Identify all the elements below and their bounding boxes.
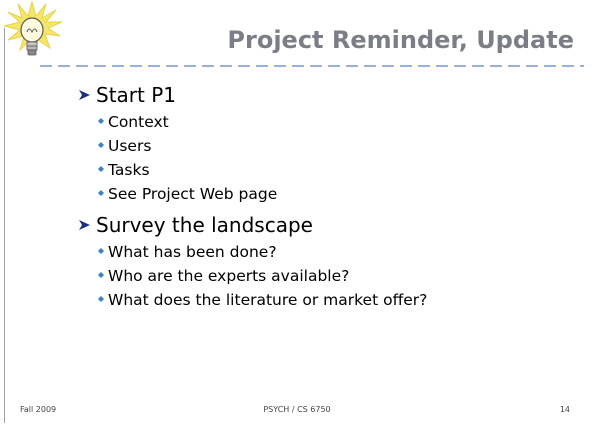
slide: Project Reminder, Update Start P1 Contex…	[0, 0, 594, 427]
sub-bullet: What has been done?	[96, 240, 576, 264]
diamond-bullet-icon	[98, 166, 104, 172]
sub-bullet-text: Tasks	[108, 161, 150, 179]
diamond-bullet-icon	[98, 248, 104, 254]
sub-bullet-text: Context	[108, 113, 169, 131]
diamond-bullet-icon	[98, 190, 104, 196]
title-rule	[40, 65, 584, 67]
bullet-start-p1: Start P1	[76, 80, 576, 110]
diamond-bullet-icon	[98, 296, 104, 302]
sub-bullet: See Project Web page	[96, 182, 576, 206]
sub-bullet: Context	[96, 110, 576, 134]
arrow-bullet-icon	[79, 220, 90, 230]
bullet-survey-landscape: Survey the landscape	[76, 210, 576, 240]
bullet-text: Survey the landscape	[96, 213, 313, 237]
diamond-bullet-icon	[98, 118, 104, 124]
slide-title: Project Reminder, Update	[227, 26, 574, 54]
sub-bullet-text: See Project Web page	[108, 185, 278, 203]
sub-bullet-text: What has been done?	[108, 243, 277, 261]
footer-course: PSYCH / CS 6750	[263, 405, 331, 414]
bullet-text: Start P1	[96, 83, 176, 107]
sub-bullet: Who are the experts available?	[96, 264, 576, 288]
sub-bullet-text: Users	[108, 137, 152, 155]
arrow-bullet-icon	[79, 90, 90, 100]
sub-bullet-text: Who are the experts available?	[108, 267, 350, 285]
sub-bullet-text: What does the literature or market offer…	[108, 291, 428, 309]
slide-content: Start P1 Context Users Tasks See Project…	[76, 80, 576, 312]
sub-bullet: What does the literature or market offer…	[96, 288, 576, 312]
left-frame-line	[4, 28, 5, 423]
diamond-bullet-icon	[98, 272, 104, 278]
sub-bullet: Users	[96, 134, 576, 158]
diamond-bullet-icon	[98, 142, 104, 148]
sub-bullet: Tasks	[96, 158, 576, 182]
footer-page-number: 14	[559, 405, 570, 414]
